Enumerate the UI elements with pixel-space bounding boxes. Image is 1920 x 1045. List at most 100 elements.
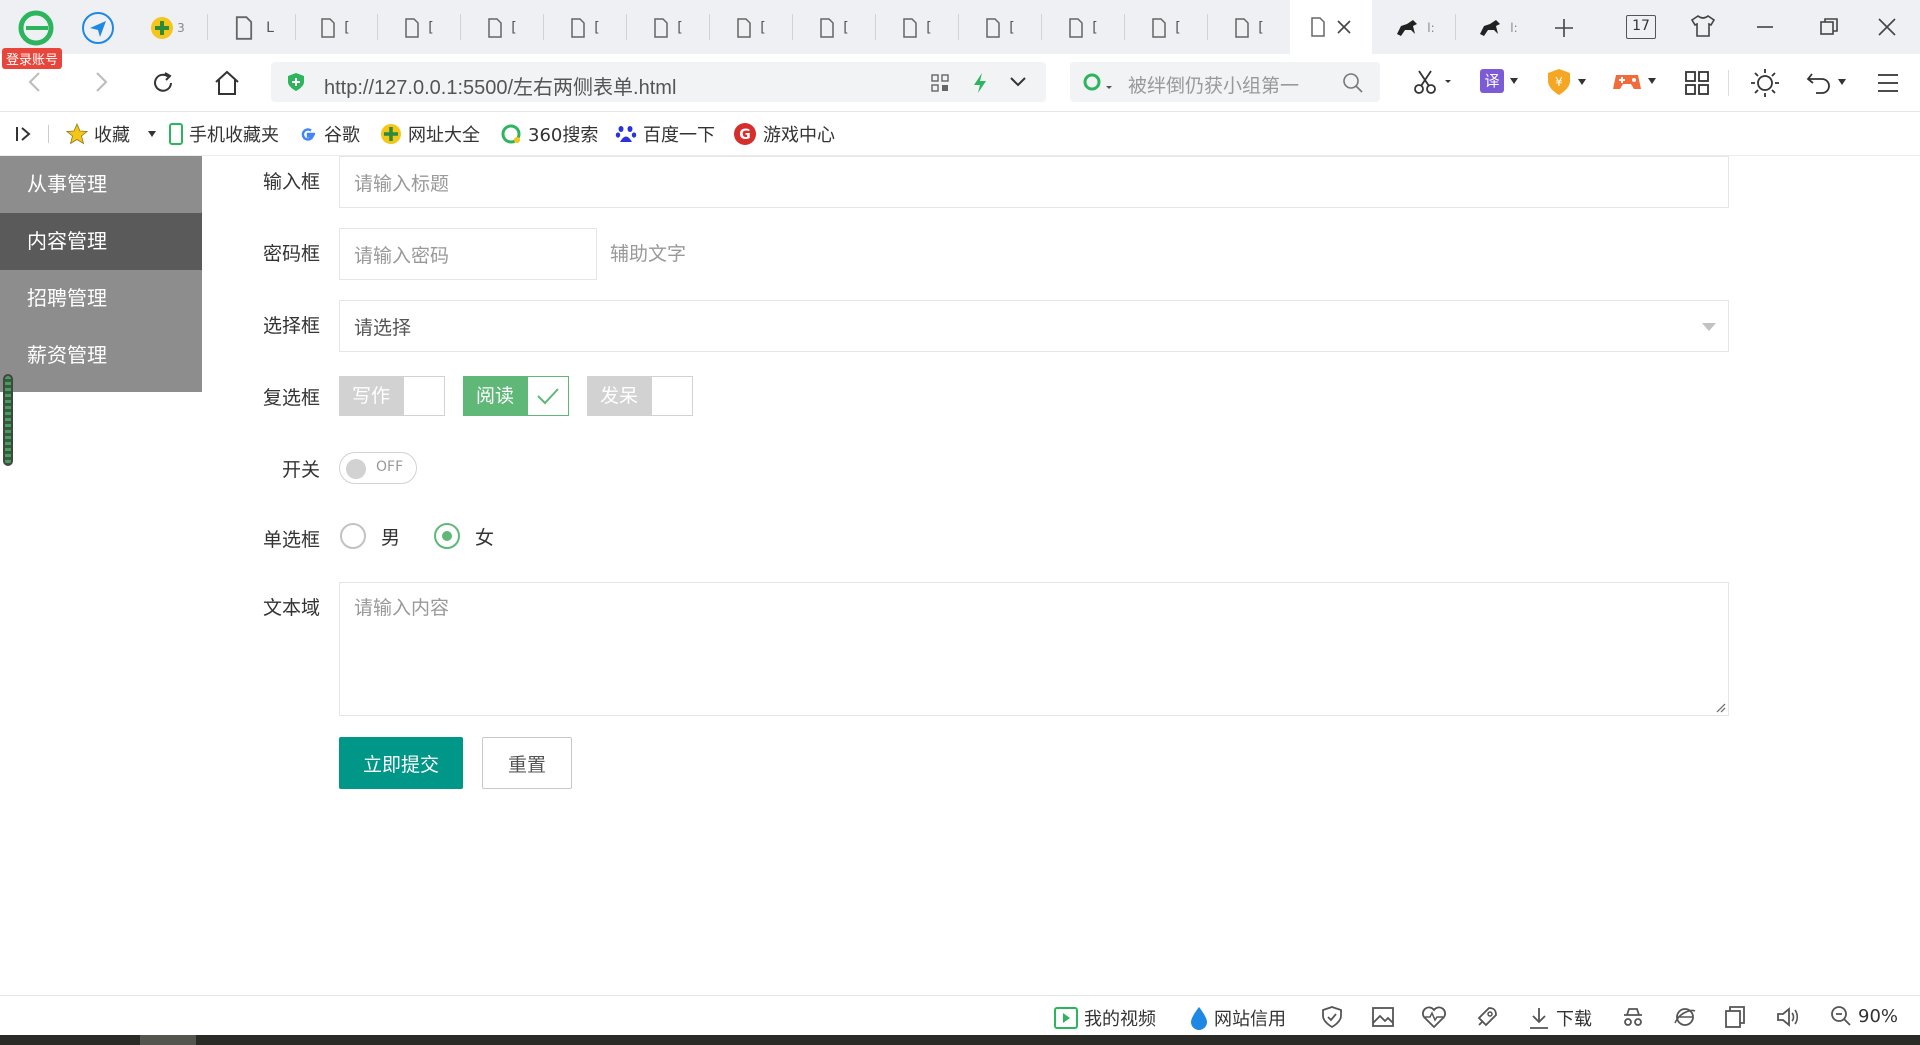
status-shield[interactable]	[1320, 1005, 1344, 1029]
status-download[interactable]: 下载	[1528, 1005, 1592, 1031]
scissors-icon	[1414, 70, 1451, 94]
tab-count-button[interactable]: 17	[1626, 15, 1656, 39]
radio-female[interactable]: 女	[433, 522, 494, 550]
minimize-button[interactable]	[1754, 16, 1776, 42]
status-health[interactable]	[1421, 1005, 1447, 1029]
status-window[interactable]	[1724, 1005, 1746, 1029]
browser-logo-icon[interactable]	[16, 8, 56, 48]
document-icon	[820, 18, 835, 38]
search-icon[interactable]	[1342, 72, 1364, 94]
translate-button[interactable]: 译	[1480, 69, 1518, 93]
game-button[interactable]	[1612, 69, 1656, 93]
bookmark-mobile[interactable]: 手机收藏夹	[169, 121, 279, 147]
doc-tab[interactable]: [	[970, 6, 1030, 50]
chevron-down-icon[interactable]	[1009, 76, 1027, 88]
password-input[interactable]: 请输入密码	[339, 228, 597, 280]
status-site-credit[interactable]: 网站信用	[1190, 1005, 1286, 1031]
status-rocket[interactable]	[1475, 1005, 1499, 1029]
svg-text:G: G	[739, 127, 751, 143]
left-sidebar: 从事管理 内容管理 招聘管理 薪资管理	[0, 156, 202, 392]
search-bar[interactable]: 被绊倒仍获小组第一	[1070, 62, 1380, 102]
menu-button[interactable]	[1876, 71, 1900, 99]
doc-tab[interactable]: [	[721, 6, 781, 50]
doc-tab[interactable]: [	[1136, 6, 1196, 50]
screenshot-button[interactable]	[1412, 68, 1452, 100]
status-ie-mode[interactable]	[1673, 1005, 1697, 1029]
sidebar-item-content[interactable]: 内容管理	[0, 213, 202, 270]
sidebar-item-recruit[interactable]: 招聘管理	[0, 270, 202, 327]
url-text[interactable]: http://127.0.0.1:5500/左右两侧表单.html	[324, 71, 676, 100]
login-badge[interactable]: 登录账号	[2, 48, 63, 69]
doc-tab[interactable]: [	[804, 6, 864, 50]
doc-tab[interactable]: [	[555, 6, 615, 50]
content-textarea[interactable]: 请输入内容	[339, 582, 1729, 716]
doc-tab[interactable]: [	[389, 6, 449, 50]
bookmark-360[interactable]: 360搜索	[500, 121, 598, 147]
doc-tab[interactable]: L	[222, 6, 282, 50]
back-button[interactable]	[24, 70, 48, 98]
pinned-tab-send[interactable]	[78, 6, 118, 50]
submit-button[interactable]: 立即提交	[339, 737, 463, 789]
skin-button[interactable]	[1690, 14, 1716, 42]
close-window-button[interactable]	[1876, 16, 1898, 42]
bookmark-baidu[interactable]: 百度一下	[615, 121, 715, 147]
sidebar-toggle-button[interactable]	[14, 124, 34, 148]
app-tab[interactable]: l:	[1467, 6, 1529, 50]
status-incognito[interactable]	[1621, 1005, 1645, 1029]
doc-tab[interactable]: [	[472, 6, 532, 50]
switch-state-text: OFF	[376, 459, 404, 475]
address-toolbar: http://127.0.0.1:5500/左右两侧表单.html 被绊倒仍获小…	[0, 54, 1920, 112]
reset-button[interactable]: 重置	[482, 737, 572, 789]
close-tab-icon[interactable]	[1336, 19, 1352, 35]
status-image[interactable]	[1371, 1005, 1395, 1029]
select-dropdown[interactable]: 请选择	[339, 300, 1729, 352]
status-volume[interactable]	[1775, 1005, 1799, 1029]
bookmark-google[interactable]: 谷歌	[298, 121, 360, 147]
wallet-button[interactable]: ¥	[1546, 68, 1586, 96]
active-tab[interactable]	[1290, 0, 1372, 54]
password-aux-text: 辅助文字	[610, 243, 687, 265]
pinned-tab-nav[interactable]: 3	[142, 6, 192, 50]
heart-pulse-icon	[1422, 1006, 1446, 1029]
doc-tab[interactable]: [	[305, 6, 365, 50]
document-icon	[1069, 18, 1084, 38]
horse-icon	[1480, 20, 1501, 36]
undo-button[interactable]	[1806, 70, 1846, 94]
radio-male[interactable]: 男	[339, 522, 400, 550]
home-button[interactable]	[213, 69, 241, 101]
restore-button[interactable]	[1818, 16, 1840, 42]
new-tab-button[interactable]	[1546, 6, 1582, 50]
bookmark-favorites[interactable]: 收藏	[66, 121, 156, 147]
title-input[interactable]: 请输入标题	[339, 156, 1729, 208]
apps-button[interactable]	[1684, 70, 1710, 100]
zoom-out-icon	[1831, 1006, 1851, 1026]
sidebar-item-salary[interactable]: 薪资管理	[0, 327, 202, 384]
sidebar-item-engaged[interactable]: 从事管理	[0, 156, 202, 213]
doc-tab[interactable]: [	[887, 6, 947, 50]
nav-icon	[381, 124, 401, 144]
lightning-icon[interactable]	[971, 72, 989, 94]
bookmark-nav[interactable]: 网址大全	[380, 121, 480, 147]
scrollbar-thumb[interactable]	[3, 374, 13, 466]
doc-tab[interactable]: [	[1219, 6, 1279, 50]
bookmark-game-center[interactable]: G 游戏中心	[733, 121, 835, 147]
resize-handle-icon[interactable]	[1714, 701, 1726, 713]
status-my-video[interactable]: 我的视频	[1054, 1005, 1156, 1031]
forward-button[interactable]	[88, 70, 112, 98]
phone-icon	[169, 123, 183, 145]
checkbox-write[interactable]: 写作	[339, 376, 445, 416]
app-tab[interactable]: l:	[1384, 6, 1446, 50]
theme-button[interactable]	[1750, 68, 1780, 102]
toggle-switch[interactable]: OFF	[339, 452, 417, 484]
reload-button[interactable]	[150, 70, 176, 100]
status-zoom[interactable]: 90%	[1830, 1005, 1898, 1027]
checkbox-daydream[interactable]: 发呆	[587, 376, 693, 416]
checkbox-read[interactable]: 阅读	[463, 376, 569, 416]
undo-icon	[1806, 73, 1830, 94]
doc-tab[interactable]: [	[638, 6, 698, 50]
qr-code-icon[interactable]	[931, 74, 949, 92]
radio-unchecked-icon	[340, 523, 366, 549]
url-bar[interactable]: http://127.0.0.1:5500/左右两侧表单.html	[271, 62, 1046, 102]
doc-tab[interactable]: [	[1053, 6, 1113, 50]
water-drop-icon	[1191, 1007, 1207, 1030]
